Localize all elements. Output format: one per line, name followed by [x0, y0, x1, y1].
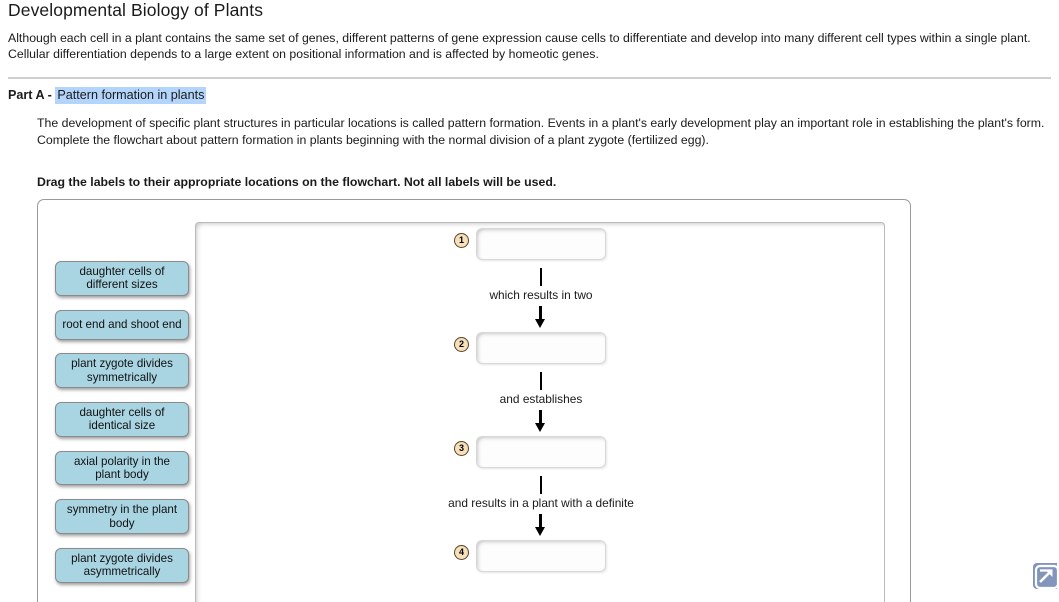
label-bank: daughter cells of different sizes root e… [55, 261, 191, 596]
expand-arrow-icon[interactable] [1033, 563, 1057, 589]
prompt-paragraph-2: Complete the flowchart about pattern for… [37, 133, 709, 148]
drag-label-symmetry-plant-body[interactable]: symmetry in the plant body [55, 499, 189, 535]
drag-label-daughter-cells-different-sizes[interactable]: daughter cells of different sizes [55, 261, 189, 296]
flow-connector-1: which results in two [440, 266, 650, 332]
drag-label-axial-polarity[interactable]: axial polarity in the plant body [55, 450, 189, 486]
step-badge-4: 4 [454, 545, 469, 560]
step-badge-3: 3 [454, 441, 469, 456]
expand-arrow-glyph [1034, 564, 1057, 589]
drop-target-3[interactable] [476, 436, 606, 468]
part-label: Part A - [8, 88, 56, 102]
connector-caption-1: which results in two [489, 288, 593, 302]
arrow-down-icon [535, 527, 545, 536]
drag-label-zygote-divides-symmetrically[interactable]: plant zygote divides symmetrically [55, 353, 189, 389]
flow-step-4: 4 [440, 540, 650, 578]
arrow-down-icon [535, 423, 545, 432]
flowchart-column: 1 which results in two 2 and establishes… [440, 228, 650, 578]
drag-label-root-end-shoot-end[interactable]: root end and shoot end [55, 309, 189, 340]
flow-step-3: 3 [440, 436, 650, 474]
connector-caption-2: and establishes [499, 392, 583, 406]
prompt-block: The development of specific plant struct… [37, 115, 1047, 149]
intro-paragraph: Although each cell in a plant contains t… [8, 31, 1031, 62]
drop-target-1[interactable] [476, 228, 606, 260]
drag-instruction: Drag the labels to their appropriate loc… [37, 175, 557, 189]
page-title: Developmental Biology of Plants [8, 0, 264, 20]
header-divider [8, 77, 1051, 79]
drop-target-4[interactable] [476, 540, 606, 572]
part-title-highlight: Pattern formation in plants [55, 87, 207, 104]
flow-step-1: 1 [440, 228, 650, 266]
drag-label-zygote-divides-asymmetrically[interactable]: plant zygote divides asymmetrically [55, 547, 189, 583]
flow-connector-3: and results in a plant with a definite [440, 474, 650, 540]
connector-stem-top-icon [540, 476, 542, 494]
drag-label-daughter-cells-identical-size[interactable]: daughter cells of identical size [55, 402, 189, 437]
drop-target-2[interactable] [476, 332, 606, 364]
arrow-down-icon [535, 319, 545, 328]
flow-connector-2: and establishes [440, 370, 650, 436]
connector-caption-3: and results in a plant with a definite [448, 496, 634, 510]
step-badge-1: 1 [454, 233, 469, 248]
step-badge-2: 2 [454, 337, 469, 352]
part-heading: Part A - Pattern formation in plants [8, 87, 207, 104]
flow-step-2: 2 [440, 332, 650, 370]
connector-stem-top-icon [540, 268, 542, 286]
connector-stem-top-icon [540, 372, 542, 390]
prompt-paragraph-1: The development of specific plant struct… [37, 116, 1045, 130]
